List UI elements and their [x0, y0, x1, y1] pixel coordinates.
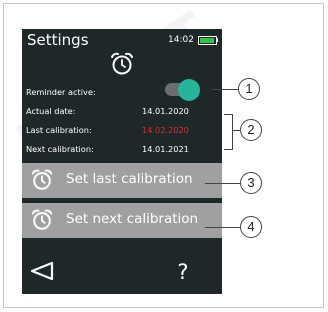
status-bar: Settings 14:02: [22, 29, 222, 51]
set-last-calibration-label: Set last calibration: [66, 171, 193, 187]
callout-4: 4: [240, 216, 262, 238]
alarm-clock-icon: [111, 52, 133, 75]
callout-2: 2: [240, 119, 262, 141]
callout-line-3: [205, 183, 240, 184]
callout-3: 3: [240, 172, 262, 194]
actual-date-label: Actual date:: [26, 106, 76, 116]
callout-1: 1: [238, 78, 260, 100]
actual-date-value: 14.01.2020: [142, 106, 189, 116]
device-screen: Settings 14:02 Reminder active: Actual d…: [22, 29, 222, 294]
help-button[interactable]: ?: [168, 258, 198, 286]
battery-tip: [216, 38, 218, 42]
toggle-knob[interactable]: [178, 79, 200, 101]
last-calibration-label: Last calibration:: [26, 125, 92, 135]
next-calibration-value: 14.01.2021: [142, 144, 189, 154]
callout-bracket-2: [224, 114, 233, 150]
clock: 14:02: [168, 35, 194, 45]
last-calibration-value: 14.02.2020: [142, 125, 189, 135]
callout-line-1: [212, 89, 238, 90]
reminder-active-label: Reminder active:: [26, 87, 96, 97]
alarm-clock-icon: [31, 209, 53, 230]
set-next-calibration-label: Set next calibration: [66, 211, 199, 227]
set-last-calibration-button[interactable]: Set last calibration: [22, 163, 222, 198]
set-next-calibration-button[interactable]: Set next calibration: [22, 203, 222, 238]
screen-title: Settings: [27, 31, 89, 49]
callout-line-2: [232, 130, 240, 131]
alarm-clock-icon: [31, 169, 53, 190]
reminder-toggle[interactable]: [162, 79, 204, 101]
back-arrow-icon[interactable]: [28, 259, 56, 283]
callout-line-4: [205, 227, 240, 228]
next-calibration-label: Next calibration:: [26, 144, 94, 154]
battery-icon: [198, 36, 217, 45]
